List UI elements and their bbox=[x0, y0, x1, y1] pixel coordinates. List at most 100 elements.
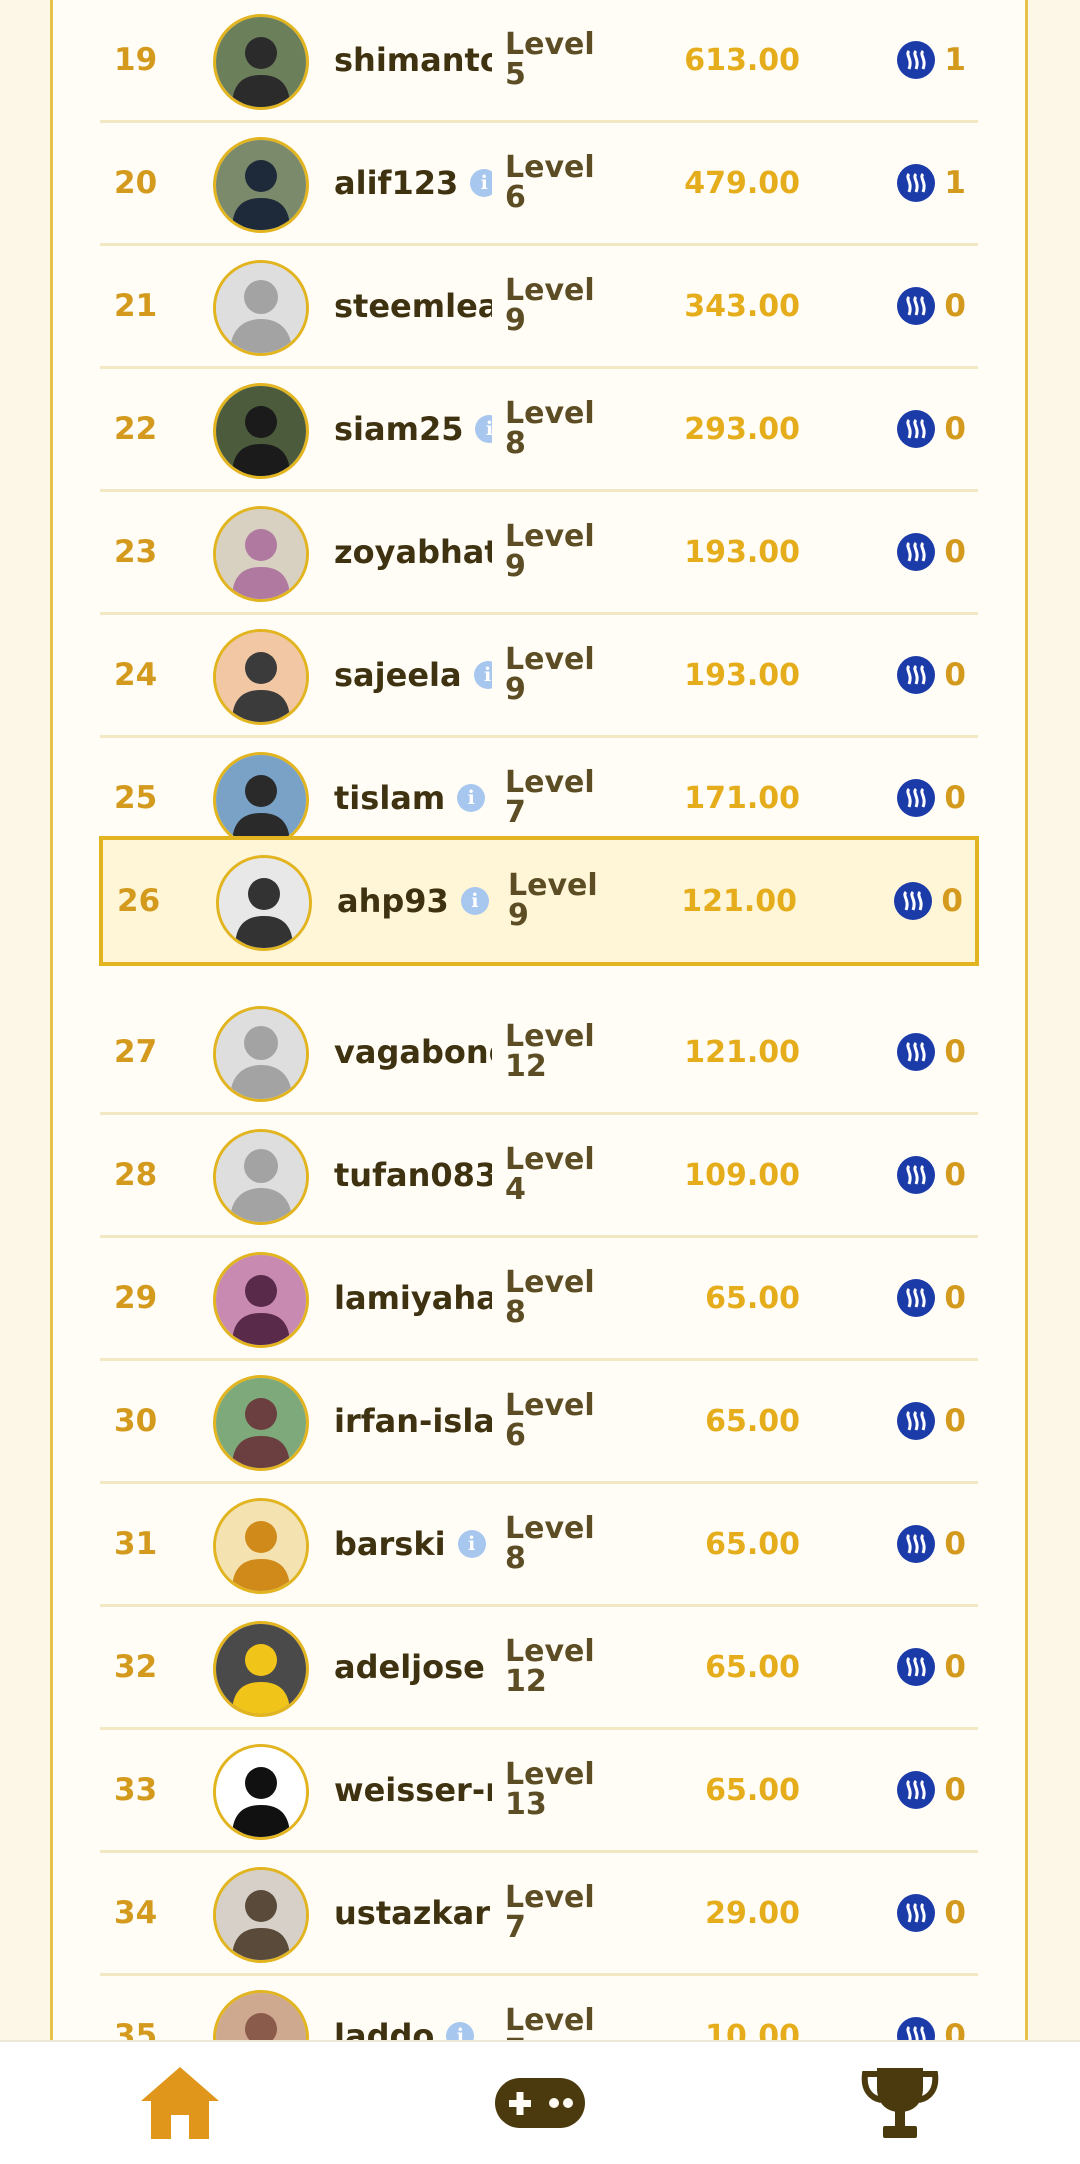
leaderboard-row[interactable]: 32 adeljoseiLevel 12 65.00 0 bbox=[100, 1607, 978, 1730]
username-cell[interactable]: barski i bbox=[334, 1484, 492, 1604]
username[interactable]: weisser-r bbox=[334, 1771, 492, 1809]
leaderboard-row[interactable]: 24 sajeela i Level 9 193.00 0 bbox=[100, 615, 978, 738]
username-cell[interactable]: siam25 i bbox=[334, 369, 492, 489]
current-user-row[interactable]: 26 ahp93 i Level 9 121.00 0 bbox=[99, 836, 979, 966]
avatar[interactable] bbox=[213, 260, 309, 356]
steem-icon bbox=[897, 1525, 935, 1563]
leaderboard-row[interactable]: 34 ustazkari Level 7 29.00 0 bbox=[100, 1853, 978, 1976]
avatar[interactable] bbox=[213, 1129, 309, 1225]
avatar[interactable] bbox=[213, 1621, 309, 1717]
rank-number: 34 bbox=[114, 1895, 158, 1931]
steem-icon bbox=[894, 882, 932, 920]
info-icon[interactable]: i bbox=[470, 169, 492, 197]
info-icon[interactable]: i bbox=[457, 1530, 486, 1558]
steem-icon bbox=[897, 533, 935, 571]
username-cell[interactable]: alif123 i bbox=[334, 123, 492, 243]
username[interactable]: sajeela bbox=[334, 656, 462, 694]
leaderboard-row[interactable]: 31 barski i Level 8 65.00 0 bbox=[100, 1484, 978, 1607]
leaderboard-list[interactable]: 19 shimanto Level 5 613.00 1 20 alif123 i Level … bbox=[99, 0, 979, 2099]
nav-home-button[interactable] bbox=[120, 2042, 240, 2164]
rank-number: 26 bbox=[117, 883, 161, 919]
points-value: 65.00 bbox=[705, 1649, 800, 1685]
username-cell[interactable]: adeljosei bbox=[334, 1607, 492, 1727]
steem-count: 0 bbox=[944, 657, 966, 693]
points-value: 121.00 bbox=[681, 883, 797, 919]
rank-number: 32 bbox=[114, 1649, 158, 1685]
avatar[interactable] bbox=[213, 1252, 309, 1348]
points-value: 121.00 bbox=[684, 1034, 800, 1070]
avatar[interactable] bbox=[213, 752, 309, 848]
username[interactable]: steemlea bbox=[334, 287, 492, 325]
username[interactable]: irfan-isla bbox=[334, 1402, 492, 1440]
leaderboard-row[interactable]: 27 vagabond Level 12 121.00 0 bbox=[100, 992, 978, 1115]
username[interactable]: barski bbox=[334, 1525, 446, 1563]
rank-number: 24 bbox=[114, 657, 158, 693]
home-icon bbox=[141, 2067, 219, 2139]
avatar[interactable] bbox=[213, 1375, 309, 1471]
username[interactable]: ahp93 bbox=[337, 882, 449, 920]
level-label: Level 13 bbox=[505, 1757, 595, 1822]
bottom-nav bbox=[0, 2040, 1080, 2164]
steem-count: 0 bbox=[944, 1772, 966, 1808]
level-label: Level 5 bbox=[505, 27, 595, 92]
username[interactable]: lamiyaha bbox=[334, 1279, 492, 1317]
level-label: Level 9 bbox=[505, 519, 595, 584]
leaderboard-row[interactable]: 19 shimanto Level 5 613.00 1 bbox=[100, 0, 978, 123]
steem-count: 0 bbox=[944, 1895, 966, 1931]
nav-games-button[interactable] bbox=[480, 2042, 600, 2164]
steem-icon bbox=[897, 287, 935, 325]
username-cell[interactable]: weisser-r bbox=[334, 1730, 492, 1850]
points-value: 65.00 bbox=[705, 1526, 800, 1562]
username-cell[interactable]: sajeela i bbox=[334, 615, 492, 735]
username-cell[interactable]: vagabond bbox=[334, 992, 492, 1112]
username-cell[interactable]: steemlea bbox=[334, 246, 492, 366]
username-cell[interactable]: ahp93 i bbox=[337, 840, 495, 962]
leaderboard-row[interactable]: 30 irfan-isla Level 6 65.00 0 bbox=[100, 1361, 978, 1484]
gamepad-icon bbox=[495, 2078, 585, 2128]
level-label: Level 6 bbox=[505, 1388, 595, 1453]
leaderboard-row[interactable]: 20 alif123 i Level 6 479.00 1 bbox=[100, 123, 978, 246]
trophy-icon bbox=[861, 2068, 939, 2138]
username-cell[interactable]: tufan083 bbox=[334, 1115, 492, 1235]
avatar[interactable] bbox=[213, 137, 309, 233]
leaderboard-row[interactable]: 21 steemlea Level 9 343.00 0 bbox=[100, 246, 978, 369]
leaderboard-row[interactable]: 23 zoyabhat Level 9 193.00 0 bbox=[100, 492, 978, 615]
nav-leaderboard-button[interactable] bbox=[840, 2042, 960, 2164]
username[interactable]: ustazkari bbox=[334, 1894, 492, 1932]
info-icon[interactable]: i bbox=[475, 415, 492, 443]
username[interactable]: vagabond bbox=[334, 1033, 492, 1071]
level-label: Level 12 bbox=[505, 1634, 595, 1699]
avatar[interactable] bbox=[213, 1498, 309, 1594]
leaderboard-row[interactable]: 33 weisser-r Level 13 65.00 0 bbox=[100, 1730, 978, 1853]
info-icon[interactable]: i bbox=[457, 784, 486, 812]
username[interactable]: shimanto bbox=[334, 41, 492, 79]
username[interactable]: tislam bbox=[334, 779, 445, 817]
avatar[interactable] bbox=[213, 1006, 309, 1102]
username[interactable]: siam25 bbox=[334, 410, 463, 448]
username-cell[interactable]: zoyabhat bbox=[334, 492, 492, 612]
level-label: Level 9 bbox=[505, 273, 595, 338]
username[interactable]: adeljose bbox=[334, 1648, 485, 1686]
avatar[interactable] bbox=[213, 1867, 309, 1963]
avatar[interactable] bbox=[216, 855, 312, 951]
username[interactable]: zoyabhat bbox=[334, 533, 492, 571]
info-icon[interactable]: i bbox=[460, 887, 489, 915]
username-cell[interactable]: ustazkari bbox=[334, 1853, 492, 1973]
rank-number: 33 bbox=[114, 1772, 158, 1808]
avatar[interactable] bbox=[213, 1744, 309, 1840]
avatar[interactable] bbox=[213, 506, 309, 602]
leaderboard-row[interactable]: 29 lamiyaha Level 8 65.00 0 bbox=[100, 1238, 978, 1361]
avatar[interactable] bbox=[213, 14, 309, 110]
avatar[interactable] bbox=[213, 629, 309, 725]
leaderboard-row[interactable]: 28 tufan083 Level 4 109.00 0 bbox=[100, 1115, 978, 1238]
steem-icon bbox=[897, 1402, 935, 1440]
leaderboard-row[interactable]: 22 siam25 i Level 8 293.00 0 bbox=[100, 369, 978, 492]
username[interactable]: tufan083 bbox=[334, 1156, 492, 1194]
steem-icon bbox=[897, 41, 935, 79]
avatar[interactable] bbox=[213, 383, 309, 479]
username-cell[interactable]: irfan-isla bbox=[334, 1361, 492, 1481]
username-cell[interactable]: lamiyaha bbox=[334, 1238, 492, 1358]
username-cell[interactable]: shimanto bbox=[334, 0, 492, 120]
info-icon[interactable]: i bbox=[473, 661, 492, 689]
username[interactable]: alif123 bbox=[334, 164, 458, 202]
